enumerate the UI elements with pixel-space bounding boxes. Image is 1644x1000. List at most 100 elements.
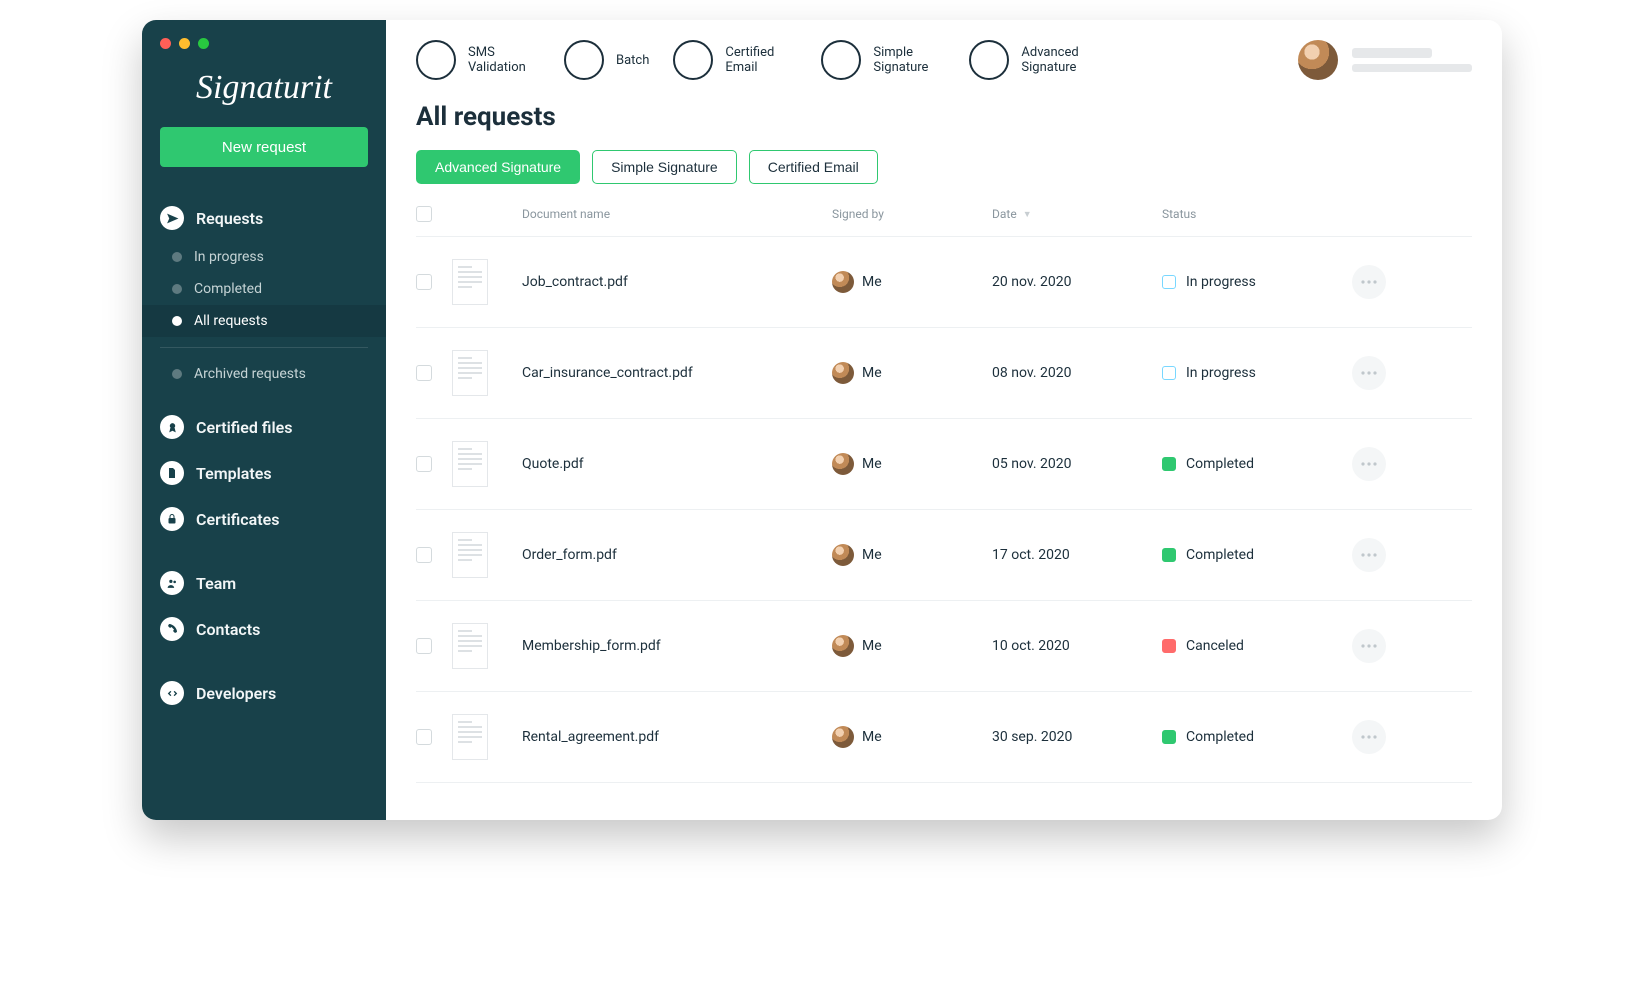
status-indicator-icon [1162,548,1176,562]
top-action-label: Simple Signature [873,45,945,75]
bullet-icon [172,369,182,379]
row-more-button[interactable] [1352,447,1386,481]
date-cell: 05 nov. 2020 [992,456,1162,472]
top-action-advanced-signature[interactable]: Advanced Signature [969,40,1093,80]
filter-pill-simple-signature[interactable]: Simple Signature [592,150,737,184]
table-row[interactable]: Rental_agreement.pdf Me 30 sep. 2020 Com… [416,692,1472,783]
status-indicator-icon [1162,366,1176,380]
sidebar-item-templates[interactable]: Templates [142,450,386,496]
column-header-document[interactable]: Document name [522,207,832,221]
row-more-button[interactable] [1352,538,1386,572]
team-icon [160,571,184,595]
user-avatar[interactable] [1298,40,1338,80]
sidebar-item-certified-files[interactable]: Certified files [142,404,386,450]
sidebar-item-certificates[interactable]: Certificates [142,496,386,542]
column-header-status[interactable]: Status [1162,207,1352,221]
sidebar-item-label: Templates [196,464,272,483]
circle-icon [969,40,1009,80]
column-header-signed-by[interactable]: Signed by [832,207,992,221]
select-all-checkbox[interactable] [416,206,432,222]
status-cell: Canceled [1162,638,1352,654]
signer-avatar-icon [832,453,854,475]
sidebar-item-requests[interactable]: Requests [142,195,386,241]
sidebar-item-contacts[interactable]: Contacts [142,606,386,652]
sidebar-item-label: Archived requests [194,366,306,382]
status-indicator-icon [1162,457,1176,471]
row-checkbox[interactable] [416,729,432,745]
top-action-certified-email[interactable]: Certified Email [673,40,797,80]
sidebar-sub-all-requests[interactable]: All requests [142,305,386,337]
signer-name: Me [862,638,882,654]
minimize-window-icon[interactable] [179,38,190,49]
sidebar-item-label: Completed [194,281,262,297]
filter-pill-certified-email[interactable]: Certified Email [749,150,878,184]
row-more-button[interactable] [1352,265,1386,299]
row-checkbox[interactable] [416,274,432,290]
filter-pills: Advanced Signature Simple Signature Cert… [386,150,1502,200]
row-checkbox[interactable] [416,638,432,654]
top-action-batch[interactable]: Batch [564,40,649,80]
document-thumb-icon [452,532,488,578]
sidebar-item-label: Contacts [196,620,260,639]
row-checkbox[interactable] [416,547,432,563]
top-action-simple-signature[interactable]: Simple Signature [821,40,945,80]
status-cell: In progress [1162,365,1352,381]
row-more-button[interactable] [1352,356,1386,390]
document-name: Quote.pdf [522,456,832,472]
sidebar-sub-archived[interactable]: Archived requests [142,358,386,390]
table-row[interactable]: Membership_form.pdf Me 10 oct. 2020 Canc… [416,601,1472,692]
circle-icon [821,40,861,80]
document-thumb-icon [452,623,488,669]
row-checkbox[interactable] [416,456,432,472]
signer-avatar-icon [832,726,854,748]
phone-icon [160,617,184,641]
table-row[interactable]: Car_insurance_contract.pdf Me 08 nov. 20… [416,328,1472,419]
top-action-label: Batch [616,53,649,68]
table-row[interactable]: Order_form.pdf Me 17 oct. 2020 Completed [416,510,1472,601]
maximize-window-icon[interactable] [198,38,209,49]
user-info-placeholder [1352,48,1472,72]
row-checkbox[interactable] [416,365,432,381]
status-label: Completed [1186,547,1254,563]
signer-name: Me [862,456,882,472]
signer-avatar-icon [832,635,854,657]
close-window-icon[interactable] [160,38,171,49]
table-row[interactable]: Job_contract.pdf Me 20 nov. 2020 In prog… [416,237,1472,328]
lock-icon [160,507,184,531]
signer-cell: Me [832,362,992,384]
signer-avatar-icon [832,362,854,384]
new-request-button[interactable]: New request [160,127,368,167]
signer-cell: Me [832,453,992,475]
signer-avatar-icon [832,271,854,293]
status-label: In progress [1186,274,1256,290]
row-more-button[interactable] [1352,720,1386,754]
document-thumb-icon [452,441,488,487]
status-label: Canceled [1186,638,1244,654]
status-cell: Completed [1162,729,1352,745]
brand-logo: Signaturit [142,59,386,127]
column-header-date[interactable]: Date▼ [992,207,1162,221]
main-content: SMS Validation Batch Certified Email Sim… [386,20,1502,820]
sidebar-item-label: Certified files [196,418,292,437]
status-cell: Completed [1162,456,1352,472]
sidebar-sub-completed[interactable]: Completed [142,273,386,305]
status-indicator-icon [1162,275,1176,289]
sidebar-item-developers[interactable]: Developers [142,670,386,716]
document-name: Job_contract.pdf [522,274,832,290]
status-cell: In progress [1162,274,1352,290]
top-action-sms-validation[interactable]: SMS Validation [416,40,540,80]
window-controls [142,38,386,59]
filter-pill-advanced-signature[interactable]: Advanced Signature [416,150,580,184]
bullet-icon [172,284,182,294]
status-label: In progress [1186,365,1256,381]
signer-cell: Me [832,271,992,293]
status-label: Completed [1186,456,1254,472]
row-more-button[interactable] [1352,629,1386,663]
sidebar-item-team[interactable]: Team [142,560,386,606]
signer-avatar-icon [832,544,854,566]
table-header: Document name Signed by Date▼ Status [416,200,1472,237]
sidebar-sub-in-progress[interactable]: In progress [142,241,386,273]
signer-cell: Me [832,726,992,748]
table-row[interactable]: Quote.pdf Me 05 nov. 2020 Completed [416,419,1472,510]
status-label: Completed [1186,729,1254,745]
